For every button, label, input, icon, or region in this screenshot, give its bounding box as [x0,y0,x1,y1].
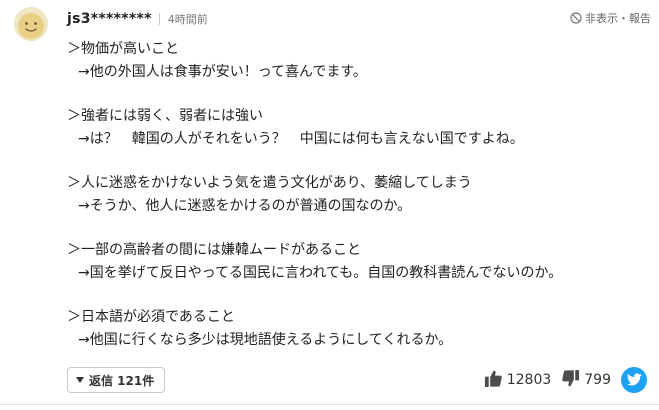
reply-line: →国を挙げて反日やってる国民に言われても。自国の教科書読んでないのか。 [78,264,563,281]
comment-paragraph: ＞一部の高齢者の間には嫌韓ムードがあること →国を挙げて反日やってる国民に言われ… [67,239,652,284]
like-count: 12803 [506,372,552,388]
twitter-share-button[interactable] [621,367,647,393]
comment-paragraph: ＞人に迷惑をかけないよう気を遣う文化があり、萎縮してしまう →そうか、他人に迷惑… [67,172,652,217]
comment-footer: 返信 121件 12803 799 [0,366,659,398]
timestamp: 4時間前 [167,13,208,26]
header-divider [158,13,160,25]
comment-body: ＞物価が高いこと →他の外国人は食事が安い！って喜んでます。 ＞強者には弱く、弱… [67,38,652,373]
hide-report-button[interactable]: 非表示・報告 [570,9,651,27]
comment-header: js3******** 4時間前 [67,9,208,29]
hide-report-label: 非表示・報告 [585,12,651,25]
username[interactable]: js3******** [67,11,152,27]
comment-card: js3******** 4時間前 非表示・報告 ＞物価が高いこと →他の外国人は… [0,0,659,410]
like-button[interactable]: 12803 [484,369,552,392]
thumbs-down-icon [561,369,580,392]
reply-line: →は？ 韓国の人がそれをいう？ 中国には何も言えない国ですよね。 [78,130,524,147]
comment-paragraph: ＞強者には弱く、弱者には強い →は？ 韓国の人がそれをいう？ 中国には何も言えな… [67,105,652,150]
comment-paragraph: ＞物価が高いこと →他の外国人は食事が安い！って喜んでます。 [67,38,652,83]
comment-paragraph: ＞日本語が必須であること →他国に行くなら多少は現地語使えるようにしてくれるか。 [67,306,652,351]
dislike-count: 799 [584,372,611,388]
quote-line: ＞強者には弱く、弱者には強い [67,108,263,124]
smiley-face-avatar-icon [14,7,48,41]
replies-label: 返信 121件 [89,373,155,388]
triangle-down-icon [76,377,84,383]
bottom-divider [0,404,659,405]
quote-line: ＞人に迷惑をかけないよう気を遣う文化があり、萎縮してしまう [67,175,472,191]
quote-line: ＞日本語が必須であること [67,309,235,325]
quote-line: ＞物価が高いこと [67,41,179,57]
twitter-bird-icon [626,371,642,390]
reply-line: →そうか、他人に迷惑をかけるのが普通の国なのか。 [78,197,412,214]
quote-line: ＞一部の高齢者の間には嫌韓ムードがあること [67,242,361,258]
replies-toggle-button[interactable]: 返信 121件 [67,367,166,393]
avatar[interactable] [14,7,48,41]
reply-line: →他の外国人は食事が安い！って喜んでます。 [78,63,367,80]
reply-line: →他国に行くなら多少は現地語使えるようにしてくれるか。 [78,331,453,348]
thumbs-up-icon [484,369,503,392]
dislike-button[interactable]: 799 [561,369,611,392]
reactions-bar: 12803 799 [484,366,647,394]
prohibited-circle-icon [570,12,582,24]
